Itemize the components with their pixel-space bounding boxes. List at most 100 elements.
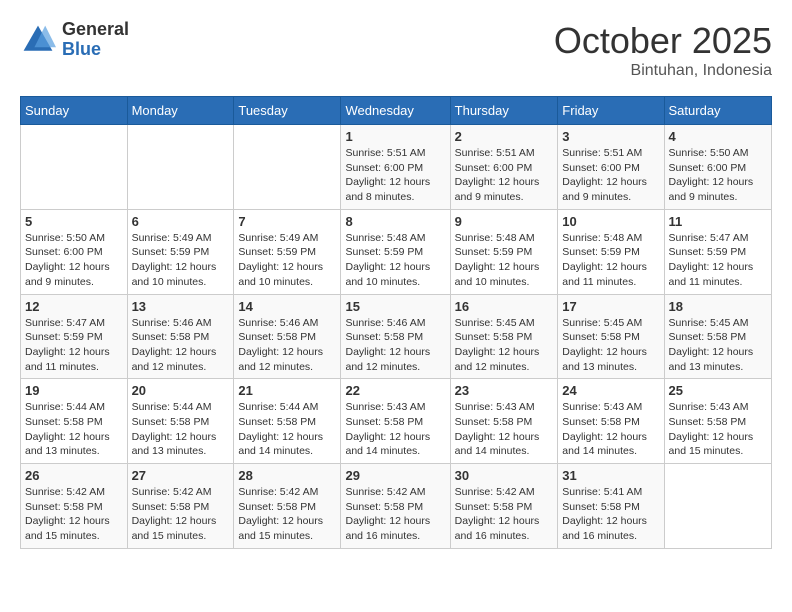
day-info: Sunrise: 5:48 AM Sunset: 5:59 PM Dayligh… [345, 231, 445, 290]
calendar-cell: 14 Sunrise: 5:46 AM Sunset: 5:58 PM Dayli… [234, 294, 341, 379]
day-info: Sunrise: 5:49 AM Sunset: 5:59 PM Dayligh… [132, 231, 230, 290]
calendar-cell [127, 125, 234, 210]
calendar-cell: 4 Sunrise: 5:50 AM Sunset: 6:00 PM Daylig… [664, 125, 771, 210]
calendar-cell: 16 Sunrise: 5:45 AM Sunset: 5:58 PM Dayli… [450, 294, 558, 379]
day-info: Sunrise: 5:42 AM Sunset: 5:58 PM Dayligh… [455, 485, 554, 544]
calendar-cell: 6 Sunrise: 5:49 AM Sunset: 5:59 PM Daylig… [127, 209, 234, 294]
calendar-cell: 5Sunrise: 5:50 AM Sunset: 6:00 PM Daylig… [21, 209, 128, 294]
day-info: Sunrise: 5:45 AM Sunset: 5:58 PM Dayligh… [669, 316, 767, 375]
calendar-cell: 27 Sunrise: 5:42 AM Sunset: 5:58 PM Dayli… [127, 464, 234, 549]
calendar-cell: 25 Sunrise: 5:43 AM Sunset: 5:58 PM Dayli… [664, 379, 771, 464]
day-number: 27 [132, 468, 230, 483]
calendar-cell: 22Sunrise: 5:43 AM Sunset: 5:58 PM Dayli… [341, 379, 450, 464]
calendar-cell: 1Sunrise: 5:51 AM Sunset: 6:00 PM Daylig… [341, 125, 450, 210]
day-number: 15 [345, 299, 445, 314]
logo: General Blue [20, 20, 129, 60]
day-info: Sunrise: 5:44 AM Sunset: 5:58 PM Dayligh… [132, 400, 230, 459]
day-number: 17 [562, 299, 659, 314]
day-number: 11 [669, 214, 767, 229]
calendar-week-row: 5Sunrise: 5:50 AM Sunset: 6:00 PM Daylig… [21, 209, 772, 294]
logo-general-text: General [62, 19, 129, 39]
day-number: 26 [25, 468, 123, 483]
day-info: Sunrise: 5:42 AM Sunset: 5:58 PM Dayligh… [345, 485, 445, 544]
day-number: 13 [132, 299, 230, 314]
day-number: 18 [669, 299, 767, 314]
day-info: Sunrise: 5:45 AM Sunset: 5:58 PM Dayligh… [455, 316, 554, 375]
day-info: Sunrise: 5:50 AM Sunset: 6:00 PM Dayligh… [669, 146, 767, 205]
calendar-header-thursday: Thursday [450, 97, 558, 125]
calendar-cell: 11 Sunrise: 5:47 AM Sunset: 5:59 PM Dayli… [664, 209, 771, 294]
day-number: 3 [562, 129, 659, 144]
page-header: General Blue October 2025 Bintuhan, Indo… [20, 20, 772, 80]
calendar-header-monday: Monday [127, 97, 234, 125]
day-number: 25 [669, 383, 767, 398]
calendar-cell: 12Sunrise: 5:47 AM Sunset: 5:59 PM Dayli… [21, 294, 128, 379]
calendar-cell: 15 Sunrise: 5:46 AM Sunset: 5:58 PM Dayli… [341, 294, 450, 379]
calendar-cell: 3Sunrise: 5:51 AM Sunset: 6:00 PM Daylig… [558, 125, 664, 210]
day-number: 20 [132, 383, 230, 398]
logo-blue-text: Blue [62, 39, 101, 59]
day-info: Sunrise: 5:51 AM Sunset: 6:00 PM Dayligh… [455, 146, 554, 205]
calendar-header-wednesday: Wednesday [341, 97, 450, 125]
day-number: 23 [455, 383, 554, 398]
month-title: October 2025 [554, 20, 772, 62]
calendar-header-row: SundayMondayTuesdayWednesdayThursdayFrid… [21, 97, 772, 125]
calendar-cell: 26 Sunrise: 5:42 AM Sunset: 5:58 PM Dayli… [21, 464, 128, 549]
calendar-header-friday: Friday [558, 97, 664, 125]
day-info: Sunrise: 5:48 AM Sunset: 5:59 PM Dayligh… [455, 231, 554, 290]
day-info: Sunrise: 5:42 AM Sunset: 5:58 PM Dayligh… [132, 485, 230, 544]
logo-icon [20, 22, 56, 58]
logo-text: General Blue [62, 20, 129, 60]
calendar-cell: 7 Sunrise: 5:49 AM Sunset: 5:59 PM Daylig… [234, 209, 341, 294]
day-info: Sunrise: 5:48 AM Sunset: 5:59 PM Dayligh… [562, 231, 659, 290]
calendar-cell: 29 Sunrise: 5:42 AM Sunset: 5:58 PM Dayli… [341, 464, 450, 549]
day-info: Sunrise: 5:42 AM Sunset: 5:58 PM Dayligh… [25, 485, 123, 544]
day-info: Sunrise: 5:46 AM Sunset: 5:58 PM Dayligh… [345, 316, 445, 375]
day-info: Sunrise: 5:47 AM Sunset: 5:59 PM Dayligh… [669, 231, 767, 290]
calendar-week-row: 19 Sunrise: 5:44 AM Sunset: 5:58 PM Dayli… [21, 379, 772, 464]
day-number: 21 [238, 383, 336, 398]
day-number: 4 [669, 129, 767, 144]
day-number: 14 [238, 299, 336, 314]
calendar-week-row: 26 Sunrise: 5:42 AM Sunset: 5:58 PM Dayli… [21, 464, 772, 549]
day-number: 10 [562, 214, 659, 229]
day-info: Sunrise: 5:46 AM Sunset: 5:58 PM Dayligh… [238, 316, 336, 375]
calendar-cell [664, 464, 771, 549]
calendar-cell: 24 Sunrise: 5:43 AM Sunset: 5:58 PM Dayli… [558, 379, 664, 464]
calendar-header-saturday: Saturday [664, 97, 771, 125]
day-number: 8 [345, 214, 445, 229]
day-number: 30 [455, 468, 554, 483]
day-info: Sunrise: 5:43 AM Sunset: 5:58 PM Dayligh… [669, 400, 767, 459]
calendar-cell: 2Sunrise: 5:51 AM Sunset: 6:00 PM Daylig… [450, 125, 558, 210]
day-info: Sunrise: 5:45 AM Sunset: 5:58 PM Dayligh… [562, 316, 659, 375]
day-number: 19 [25, 383, 123, 398]
day-info: Sunrise: 5:42 AM Sunset: 5:58 PM Dayligh… [238, 485, 336, 544]
calendar-week-row: 12Sunrise: 5:47 AM Sunset: 5:59 PM Dayli… [21, 294, 772, 379]
calendar-cell: 18 Sunrise: 5:45 AM Sunset: 5:58 PM Dayli… [664, 294, 771, 379]
day-info: Sunrise: 5:49 AM Sunset: 5:59 PM Dayligh… [238, 231, 336, 290]
day-info: Sunrise: 5:47 AM Sunset: 5:59 PM Dayligh… [25, 316, 123, 375]
day-number: 16 [455, 299, 554, 314]
day-info: Sunrise: 5:43 AM Sunset: 5:58 PM Dayligh… [345, 400, 445, 459]
calendar-cell: 10 Sunrise: 5:48 AM Sunset: 5:59 PM Dayli… [558, 209, 664, 294]
calendar-week-row: 1Sunrise: 5:51 AM Sunset: 6:00 PM Daylig… [21, 125, 772, 210]
calendar-cell: 23 Sunrise: 5:43 AM Sunset: 5:58 PM Dayli… [450, 379, 558, 464]
calendar-cell: 19 Sunrise: 5:44 AM Sunset: 5:58 PM Dayli… [21, 379, 128, 464]
day-number: 29 [345, 468, 445, 483]
day-info: Sunrise: 5:46 AM Sunset: 5:58 PM Dayligh… [132, 316, 230, 375]
calendar-header-tuesday: Tuesday [234, 97, 341, 125]
day-number: 6 [132, 214, 230, 229]
day-info: Sunrise: 5:43 AM Sunset: 5:58 PM Dayligh… [562, 400, 659, 459]
calendar-cell: 31Sunrise: 5:41 AM Sunset: 5:58 PM Dayli… [558, 464, 664, 549]
day-info: Sunrise: 5:44 AM Sunset: 5:58 PM Dayligh… [25, 400, 123, 459]
calendar-cell: 20 Sunrise: 5:44 AM Sunset: 5:58 PM Dayli… [127, 379, 234, 464]
calendar-cell: 21Sunrise: 5:44 AM Sunset: 5:58 PM Dayli… [234, 379, 341, 464]
day-number: 7 [238, 214, 336, 229]
day-number: 9 [455, 214, 554, 229]
day-number: 24 [562, 383, 659, 398]
day-number: 28 [238, 468, 336, 483]
calendar-cell: 9 Sunrise: 5:48 AM Sunset: 5:59 PM Daylig… [450, 209, 558, 294]
calendar-cell: 30 Sunrise: 5:42 AM Sunset: 5:58 PM Dayli… [450, 464, 558, 549]
day-info: Sunrise: 5:43 AM Sunset: 5:58 PM Dayligh… [455, 400, 554, 459]
calendar-cell: 28 Sunrise: 5:42 AM Sunset: 5:58 PM Dayli… [234, 464, 341, 549]
